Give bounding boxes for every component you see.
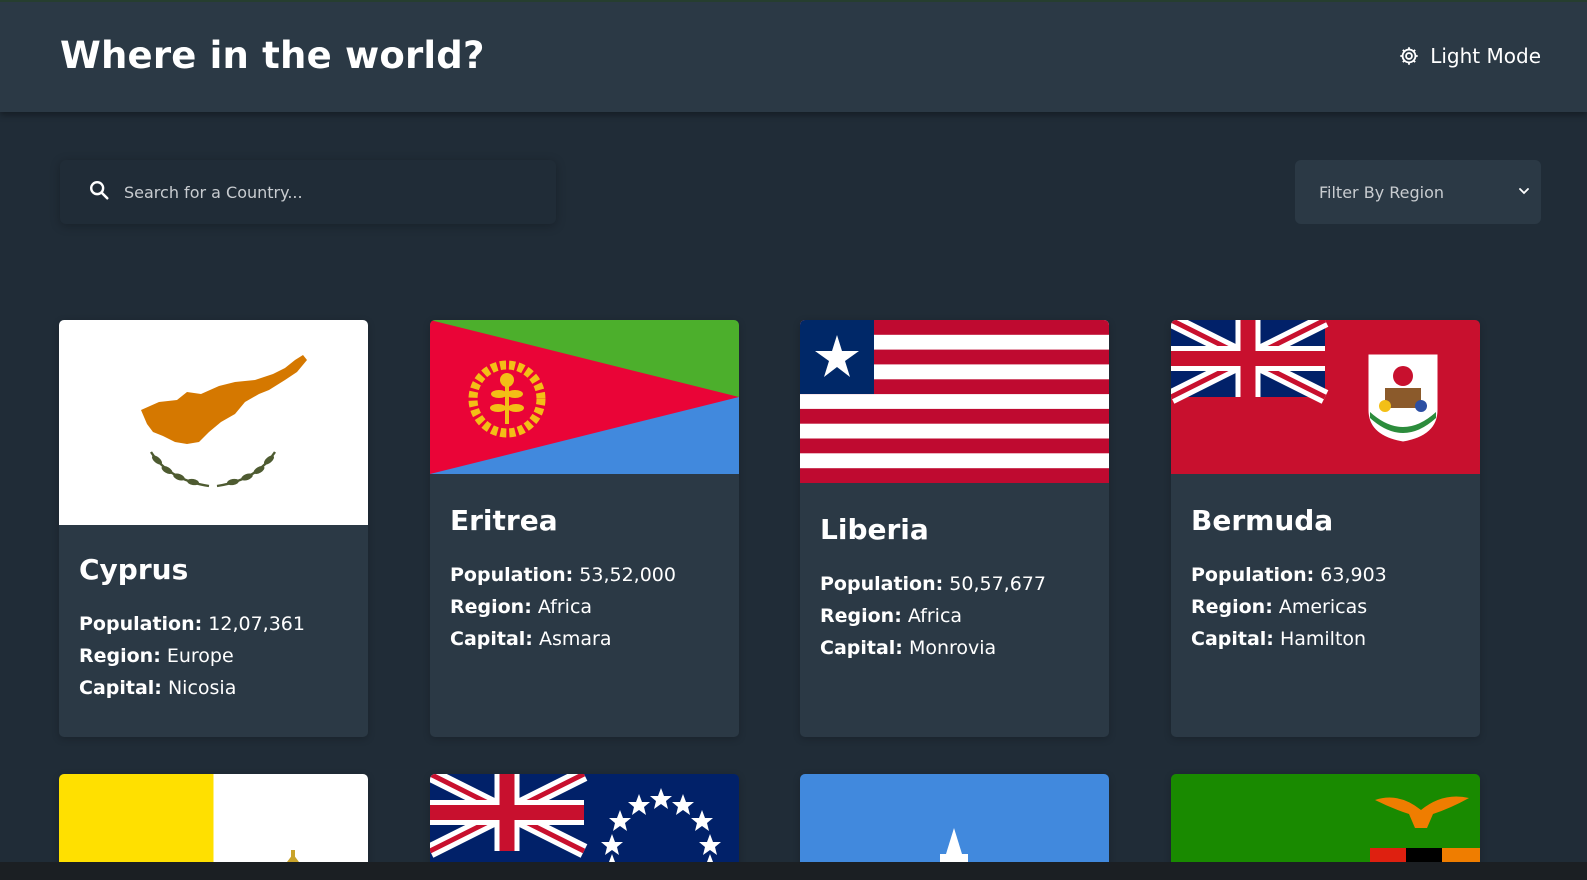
app-title: Where in the world?: [60, 34, 485, 77]
flag-image-liberia: [800, 320, 1109, 483]
population-stat: Population: 50,57,677: [820, 573, 1046, 595]
flag-image-somalia: [800, 774, 1109, 874]
country-card-cook-islands[interactable]: [430, 774, 739, 874]
light-mode-toggle[interactable]: Light Mode: [1398, 44, 1541, 68]
light-mode-label: Light Mode: [1430, 44, 1541, 68]
top-bar: Where in the world? Light Mode: [0, 0, 1587, 112]
population-stat: Population: 12,07,361: [79, 613, 305, 635]
country-card-bermuda[interactable]: Bermuda Population: 63,903 Region: Ameri…: [1171, 320, 1480, 737]
region-stat: Region: Africa: [450, 596, 593, 618]
flag-image-cook-islands: [430, 774, 739, 874]
country-card-liberia[interactable]: Liberia Population: 50,57,677 Region: Af…: [800, 320, 1109, 737]
capital-stat: Capital: Nicosia: [79, 677, 237, 699]
flag-image-bermuda: [1171, 320, 1480, 474]
country-name: Bermuda: [1191, 504, 1334, 537]
search-box[interactable]: [60, 160, 556, 224]
search-icon: [88, 179, 110, 205]
population-stat: Population: 63,903: [1191, 564, 1387, 586]
region-filter-select[interactable]: Filter By Region: [1295, 160, 1541, 224]
country-card-vatican[interactable]: [59, 774, 368, 874]
country-card-cyprus[interactable]: Cyprus Population: 12,07,361 Region: Eur…: [59, 320, 368, 737]
gear-icon: [1398, 45, 1420, 67]
region-filter-label: Filter By Region: [1319, 182, 1445, 202]
search-input[interactable]: [124, 177, 504, 207]
region-stat: Region: Africa: [820, 605, 963, 627]
population-stat: Population: 53,52,000: [450, 564, 676, 586]
country-card-somalia[interactable]: [800, 774, 1109, 874]
flag-image-cyprus: [59, 320, 368, 525]
country-card-zambia[interactable]: [1171, 774, 1480, 874]
country-name: Cyprus: [79, 553, 189, 586]
flag-image-eritrea: [430, 320, 739, 474]
country-name: Liberia: [820, 513, 929, 546]
country-card-eritrea[interactable]: Eritrea Population: 53,52,000 Region: Af…: [430, 320, 739, 737]
capital-stat: Capital: Hamilton: [1191, 628, 1367, 650]
flag-image-zambia: [1171, 774, 1480, 874]
window-bottom-edge: [0, 862, 1587, 880]
chevron-down-icon: [1517, 183, 1531, 202]
capital-stat: Capital: Asmara: [450, 628, 612, 650]
capital-stat: Capital: Monrovia: [820, 637, 997, 659]
region-stat: Region: Europe: [79, 645, 234, 667]
flag-image-vatican: [59, 774, 368, 874]
country-name: Eritrea: [450, 504, 558, 537]
region-stat: Region: Americas: [1191, 596, 1368, 618]
